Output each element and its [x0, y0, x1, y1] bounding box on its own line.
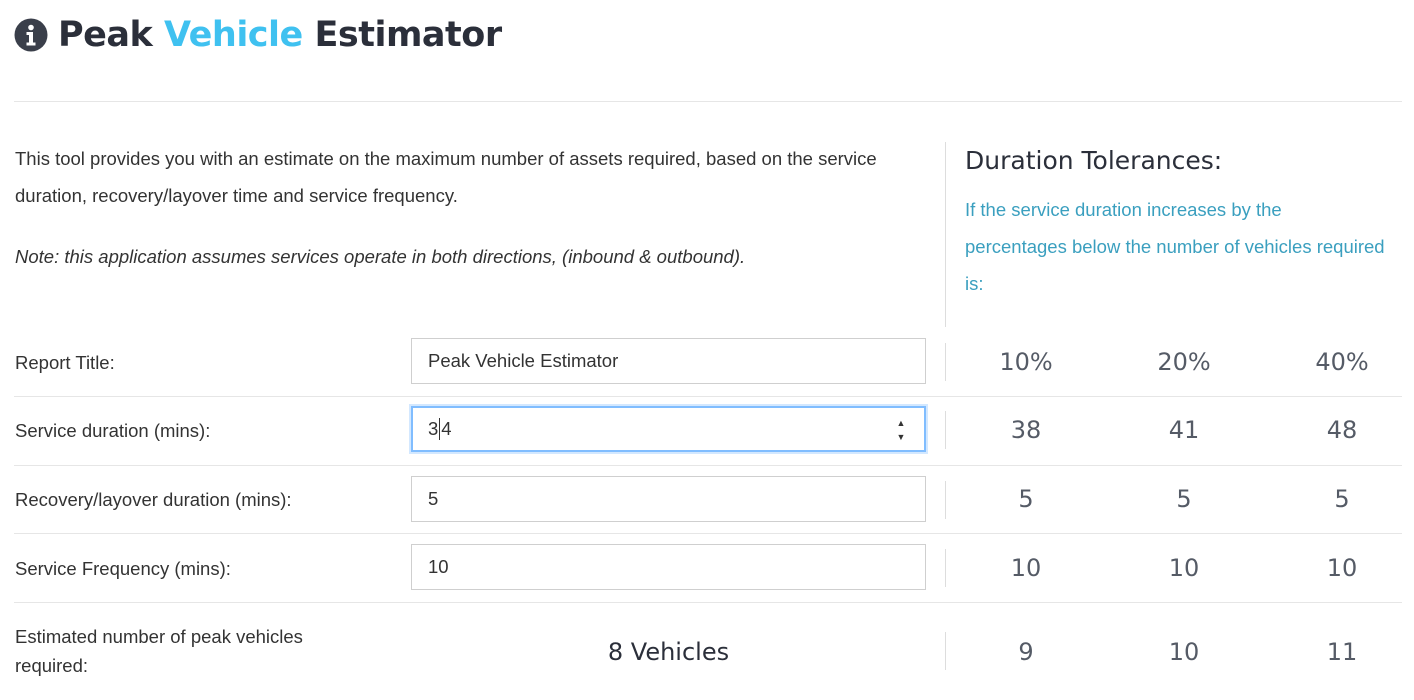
page-header: Peak Vehicle Estimator: [14, 10, 502, 60]
column-divider: [945, 632, 946, 670]
service-frequency-row: Service Frequency (mins): 10 10 10 10: [0, 544, 1414, 592]
column-divider: [945, 549, 946, 587]
spinner-down-icon[interactable]: ▼: [897, 431, 906, 443]
info-circle-icon: [14, 18, 48, 52]
frequency-tol-10: 10: [1010, 554, 1042, 582]
description-intro: This tool provides you with an estimate …: [15, 148, 877, 206]
description-note: Note: this application assumes services …: [15, 246, 746, 267]
service-duration-value-b: 4: [441, 418, 452, 439]
row-divider: [14, 465, 1402, 466]
title-part-3: Estimator: [314, 15, 502, 55]
tolerances-description: If the service duration increases by the…: [965, 199, 1385, 294]
service-frequency-input[interactable]: 10: [411, 544, 926, 590]
result-label: Estimated number of peak vehicles requir…: [15, 626, 303, 676]
column-divider: [945, 411, 946, 449]
report-title-input[interactable]: Peak Vehicle Estimator: [411, 338, 926, 384]
frequency-tol-40: 10: [1326, 554, 1358, 582]
recovery-duration-label: Recovery/layover duration (mins):: [15, 489, 292, 510]
service-duration-value-a: 3: [428, 418, 439, 439]
service-duration-tol-20: 41: [1168, 416, 1200, 444]
recovery-tol-40: 5: [1334, 485, 1350, 513]
recovery-tol-20: 5: [1176, 485, 1192, 513]
text-caret: [439, 418, 441, 440]
report-title-row: Report Title: Peak Vehicle Estimator 10%…: [0, 338, 1414, 386]
result-value: 8 Vehicles: [607, 638, 730, 666]
service-duration-label: Service duration (mins):: [15, 420, 211, 441]
column-divider: [945, 481, 946, 519]
tolerance-header-40: 40%: [1315, 348, 1369, 376]
tolerances-title: Duration Tolerances:: [965, 146, 1223, 175]
column-divider: [945, 343, 946, 381]
service-duration-tol-10: 38: [1010, 416, 1042, 444]
row-divider: [14, 396, 1402, 397]
row-divider: [14, 602, 1402, 603]
report-title-value: Peak Vehicle Estimator: [428, 350, 619, 371]
row-divider: [14, 533, 1402, 534]
service-duration-input[interactable]: 34 ▲ ▼: [411, 406, 926, 452]
description: This tool provides you with an estimate …: [15, 140, 915, 275]
number-spinner[interactable]: ▲ ▼: [892, 417, 910, 443]
frequency-tol-20: 10: [1168, 554, 1200, 582]
column-divider: [945, 142, 946, 327]
spinner-up-icon[interactable]: ▲: [897, 417, 906, 429]
recovery-duration-row: Recovery/layover duration (mins): 5 5 5 …: [0, 476, 1414, 524]
service-duration-tol-40: 48: [1326, 416, 1358, 444]
result-tol-10: 9: [1018, 638, 1034, 666]
result-row: Estimated number of peak vehicles requir…: [0, 620, 1414, 684]
title-accent: Vehicle: [163, 15, 303, 55]
service-duration-row: Service duration (mins): 34 ▲ ▼ 38 41 48: [0, 406, 1414, 454]
recovery-tol-10: 5: [1018, 485, 1034, 513]
tolerance-header-20: 20%: [1157, 348, 1211, 376]
page-title: Peak Vehicle Estimator: [58, 15, 502, 55]
result-tol-40: 11: [1326, 638, 1358, 666]
service-frequency-label: Service Frequency (mins):: [15, 558, 231, 579]
report-title-label: Report Title:: [15, 352, 115, 373]
recovery-duration-input[interactable]: 5: [411, 476, 926, 522]
tolerance-header-10: 10%: [999, 348, 1053, 376]
recovery-duration-value: 5: [428, 488, 439, 509]
result-tol-20: 10: [1168, 638, 1200, 666]
service-frequency-value: 10: [428, 556, 449, 577]
title-part-1: Peak: [58, 15, 153, 55]
header-divider: [14, 101, 1402, 102]
